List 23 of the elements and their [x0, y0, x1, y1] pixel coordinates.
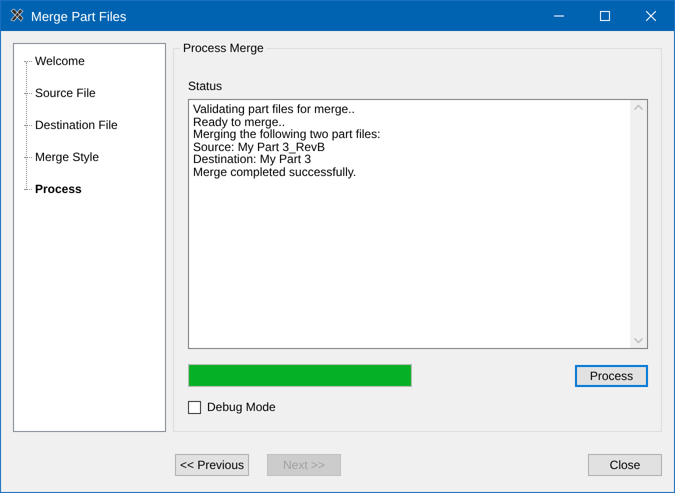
- step-item[interactable]: Welcome: [34, 53, 86, 69]
- log-line: Validating part files for merge..: [193, 103, 356, 116]
- step-item[interactable]: Destination File: [34, 117, 119, 133]
- window-title: Merge Part Files: [31, 8, 128, 24]
- tools-icon: [9, 8, 25, 24]
- close-button[interactable]: Close: [588, 454, 662, 476]
- debug-label[interactable]: Debug Mode: [207, 400, 276, 414]
- status-log[interactable]: Validating part files for merge.. Ready to merge.. Merging the following two part files: Source: My Part 3_RevB Destination: My Part 3 Merge completed successfully.: [188, 99, 648, 349]
- maximize-icon[interactable]: [600, 11, 610, 21]
- step-item[interactable]: Process: [34, 181, 83, 197]
- debug-checkbox[interactable]: [188, 400, 201, 414]
- status-label: Status: [188, 79, 224, 93]
- log-line: Merging the following two part files:: [193, 128, 382, 140]
- log-line: Merge completed successfully.: [193, 166, 358, 178]
- step-item[interactable]: Source File: [34, 85, 97, 101]
- close-icon[interactable]: [646, 11, 656, 21]
- step-item[interactable]: Merge Style: [34, 149, 100, 165]
- previous-button[interactable]: << Previous: [175, 454, 249, 476]
- log-line: Ready to merge..: [193, 116, 286, 128]
- group-title: Process Merge: [180, 41, 267, 55]
- process-button[interactable]: Process: [575, 364, 648, 386]
- log-line: Destination: My Part 3: [193, 153, 312, 166]
- log-line: Source: My Part 3_RevB: [193, 140, 326, 153]
